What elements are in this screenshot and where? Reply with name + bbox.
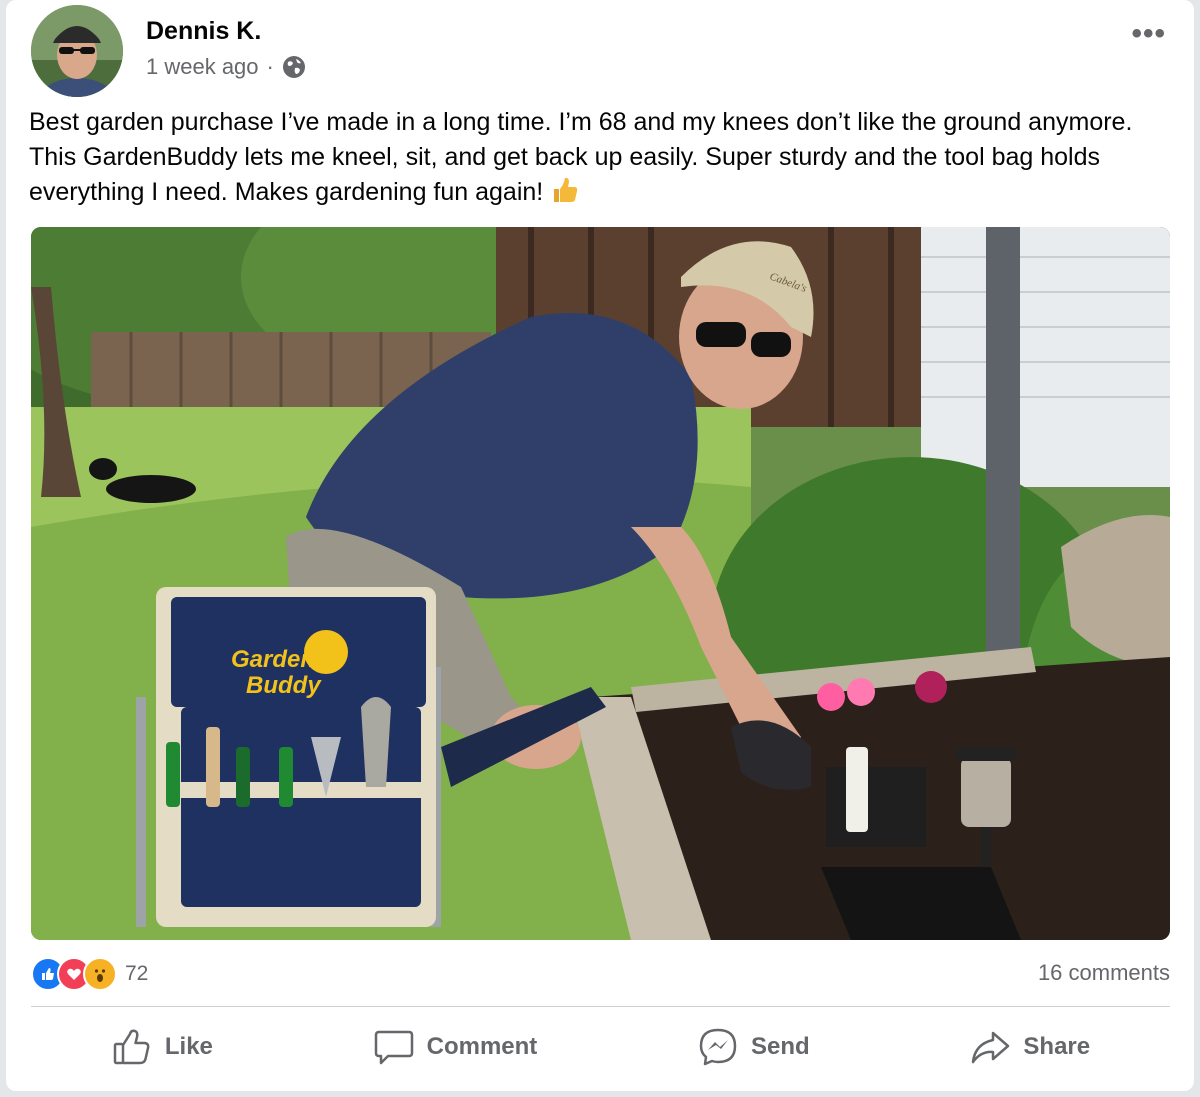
bag-logo-line2: Buddy bbox=[246, 672, 322, 699]
comment-button[interactable]: Comment bbox=[353, 1020, 558, 1074]
like-button[interactable]: Like bbox=[91, 1020, 233, 1074]
globe-icon[interactable] bbox=[282, 55, 306, 79]
comment-label: Comment bbox=[426, 1033, 538, 1060]
like-icon bbox=[113, 1029, 150, 1065]
comment-icon bbox=[374, 1030, 413, 1065]
share-button[interactable]: Share bbox=[949, 1020, 1110, 1074]
bag-logo-line1: Garden bbox=[231, 646, 315, 673]
more-options-icon[interactable]: ••• bbox=[1131, 19, 1166, 49]
avatar[interactable] bbox=[31, 5, 123, 97]
garden-photo-illustration: Garden Buddy Cabela's bbox=[31, 227, 1170, 940]
timestamp[interactable]: 1 week ago bbox=[146, 54, 259, 80]
reaction-summary[interactable]: 72 bbox=[31, 957, 148, 991]
send-label: Send bbox=[751, 1033, 810, 1060]
divider bbox=[31, 1006, 1170, 1007]
thumbs-up-emoji bbox=[554, 177, 578, 202]
action-bar: Like Comment Send Share bbox=[31, 1020, 1170, 1074]
send-button[interactable]: Send bbox=[677, 1020, 830, 1074]
share-icon bbox=[972, 1031, 1010, 1064]
meta-separator: · bbox=[266, 54, 274, 79]
post-card: Dennis K. 1 week ago · ••• Best garden p… bbox=[6, 0, 1194, 1091]
like-label: Like bbox=[164, 1033, 213, 1060]
post-text: Best garden purchase I’ve made in a long… bbox=[29, 105, 1179, 210]
post-photo[interactable]: Garden Buddy Cabela's bbox=[31, 227, 1170, 940]
comment-count[interactable]: 16 comments bbox=[1038, 960, 1170, 986]
reaction-count[interactable]: 72 bbox=[125, 962, 148, 986]
author-name[interactable]: Dennis K. bbox=[146, 17, 261, 46]
messenger-icon bbox=[699, 1028, 737, 1066]
wow-reaction-icon bbox=[83, 957, 117, 991]
share-label: Share bbox=[1023, 1033, 1091, 1060]
post-body: Best garden purchase I’ve made in a long… bbox=[29, 108, 1133, 206]
post-meta: 1 week ago · bbox=[146, 54, 306, 80]
